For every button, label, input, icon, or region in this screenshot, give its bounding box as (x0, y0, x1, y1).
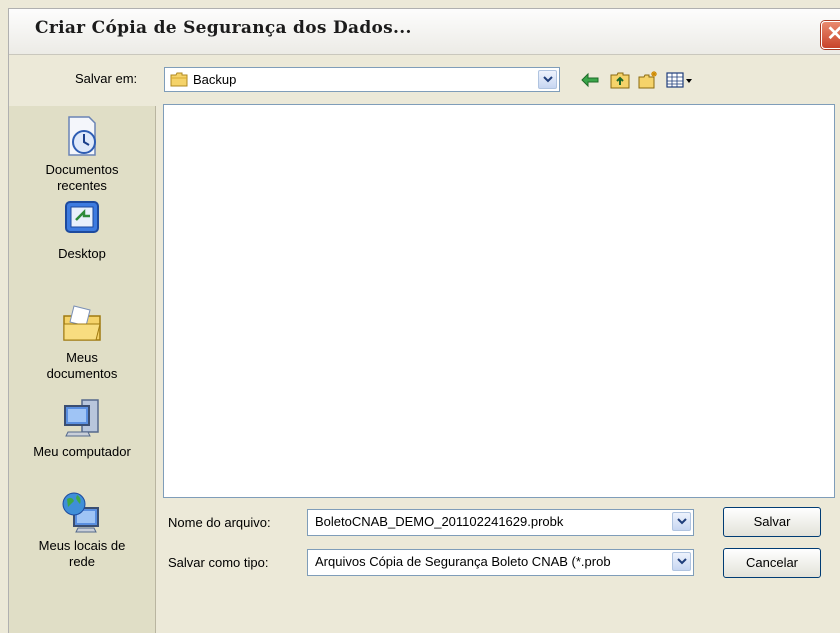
save-in-value: Backup (193, 72, 237, 87)
filetype-label: Salvar como tipo: (168, 555, 269, 570)
my-documents-icon (60, 302, 104, 346)
cancel-button[interactable]: Cancelar (723, 548, 821, 578)
filetype-dropdown[interactable]: Arquivos Cópia de Segurança Boleto CNAB … (307, 549, 694, 576)
desktop-icon (60, 198, 104, 242)
save-in-dropdown[interactable]: Backup (164, 67, 560, 92)
filetype-value: Arquivos Cópia de Segurança Boleto CNAB … (315, 554, 611, 569)
place-label: Desktop (58, 246, 106, 261)
filename-value: BoletoCNAB_DEMO_201102241629.probk (315, 514, 564, 529)
recent-documents-icon (60, 114, 104, 158)
close-button[interactable]: ✕ (821, 21, 840, 49)
place-desktop[interactable]: Desktop (9, 198, 155, 262)
file-list[interactable] (163, 104, 835, 498)
chevron-down-icon[interactable] (538, 70, 557, 89)
place-recent-documents[interactable]: Documentos recentes (9, 114, 155, 194)
place-label: Meus documentos (46, 350, 118, 381)
place-label: Meus locais de rede (38, 538, 126, 569)
places-bar: Documentos recentes Desktop Meus documen… (9, 106, 156, 633)
filename-label: Nome do arquivo: (168, 515, 271, 530)
save-in-label: Salvar em: (75, 71, 138, 86)
chevron-down-icon[interactable] (672, 512, 691, 531)
chevron-down-icon[interactable] (672, 552, 691, 571)
place-label: Documentos recentes (45, 162, 119, 193)
my-computer-icon (60, 396, 104, 440)
new-folder-icon[interactable] (637, 70, 659, 90)
view-menu-icon[interactable] (665, 70, 695, 90)
place-my-documents[interactable]: Meus documentos (9, 302, 155, 382)
title-bar[interactable]: Criar Cópia de Segurança dos Dados... (9, 9, 840, 55)
save-button[interactable]: Salvar (723, 507, 821, 537)
back-arrow-icon[interactable] (579, 70, 601, 90)
folder-icon (170, 72, 188, 90)
filename-input[interactable]: BoletoCNAB_DEMO_201102241629.probk (307, 509, 694, 536)
place-my-computer[interactable]: Meu computador (9, 396, 155, 460)
save-dialog: Criar Cópia de Segurança dos Dados... ✕ … (8, 8, 840, 633)
place-network[interactable]: Meus locais de rede (9, 490, 155, 570)
network-places-icon (60, 490, 104, 534)
place-label: Meu computador (33, 444, 131, 459)
up-folder-icon[interactable] (609, 70, 631, 90)
dialog-title: Criar Cópia de Segurança dos Dados... (35, 18, 412, 38)
